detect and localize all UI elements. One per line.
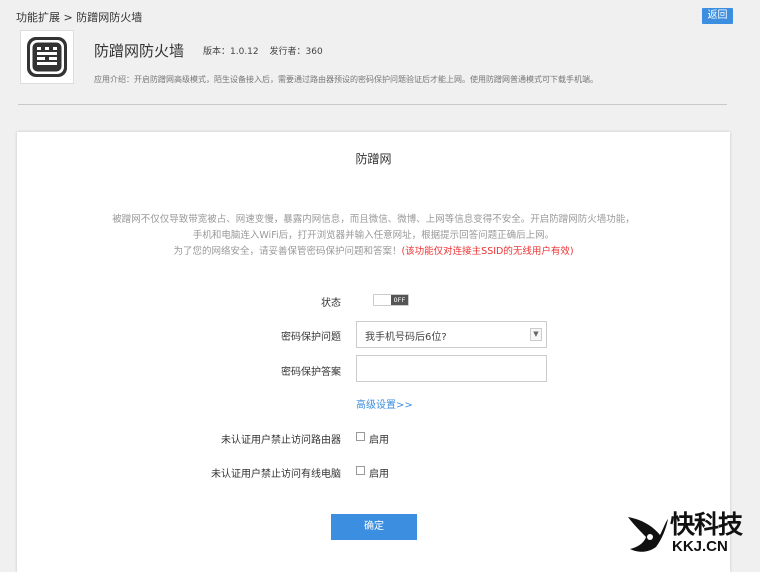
block-pc-checkbox[interactable]: [356, 466, 365, 475]
question-label: 密码保护问题: [281, 332, 341, 343]
confirm-button[interactable]: 确定: [331, 514, 417, 540]
intro-line-1: 被蹭网不仅仅导致带宽被占、网速变慢，暴露内网信息，而且微信、微博、上网等信息变得…: [112, 214, 635, 225]
block-pc-enable-label[interactable]: 启用: [369, 465, 389, 480]
intro-text: 被蹭网不仅仅导致带宽被占、网速变慢，暴露内网信息，而且微信、微博、上网等信息变得…: [17, 212, 730, 260]
app-publisher: 发行者：360: [269, 47, 323, 57]
status-label: 状态: [321, 298, 341, 309]
intro-warning: (该功能仅对连接主SSID的无线用户有效): [401, 246, 574, 257]
block-router-enable-label[interactable]: 启用: [369, 431, 389, 446]
app-name: 防蹭网防火墙: [94, 42, 185, 60]
question-select-value: 我手机号码后6位?: [365, 332, 447, 343]
panel-title: 防蹭网: [355, 152, 392, 166]
divider: [18, 104, 727, 105]
answer-input[interactable]: [356, 355, 547, 382]
block-router-label: 未认证用户禁止访问路由器: [221, 435, 341, 446]
toggle-knob: [374, 295, 392, 305]
app-meta: 版本：1.0.12 发行者：360: [203, 44, 331, 57]
app-version: 版本：1.0.12: [203, 47, 259, 57]
intro-line-2: 手机和电脑连入WiFi后，打开浏览器并输入任意网址，根据提示回答问题正确后上网。: [192, 230, 555, 241]
app-description: 应用介绍：开启防蹭网高级模式，陌生设备接入后，需要通过路由器预设的密码保护问题验…: [94, 75, 598, 84]
back-button[interactable]: 返回: [702, 8, 733, 24]
watermark: 快科技 KKJ.CN: [626, 507, 756, 557]
chevron-down-icon[interactable]: ▼: [530, 328, 542, 341]
intro-line-3: 为了您的网络安全，请妥善保管密码保护问题和答案！(该功能仅对连接主SSID的无线…: [17, 244, 730, 260]
castle-wall-icon: [27, 37, 67, 77]
settings-panel: 防蹭网 被蹭网不仅仅导致带宽被占、网速变慢，暴露内网信息，而且微信、微博、上网等…: [17, 132, 730, 572]
watermark-en: KKJ.CN: [672, 538, 728, 555]
answer-label: 密码保护答案: [281, 367, 341, 378]
question-select[interactable]: 我手机号码后6位? ▼: [356, 321, 547, 348]
intro-notice: 为了您的网络安全，请妥善保管密码保护问题和答案！: [173, 246, 402, 257]
watermark-cn: 快科技: [670, 510, 743, 539]
app-logo: [20, 30, 74, 84]
breadcrumb: 功能扩展 > 防蹭网防火墙: [16, 11, 143, 24]
bird-logo-icon: [628, 517, 668, 552]
toggle-state: OFF: [391, 295, 408, 305]
block-pc-label: 未认证用户禁止访问有线电脑: [211, 469, 341, 480]
block-router-checkbox[interactable]: [356, 432, 365, 441]
advanced-settings-link[interactable]: 高级设置>>: [356, 396, 413, 411]
status-toggle[interactable]: OFF: [373, 294, 409, 306]
